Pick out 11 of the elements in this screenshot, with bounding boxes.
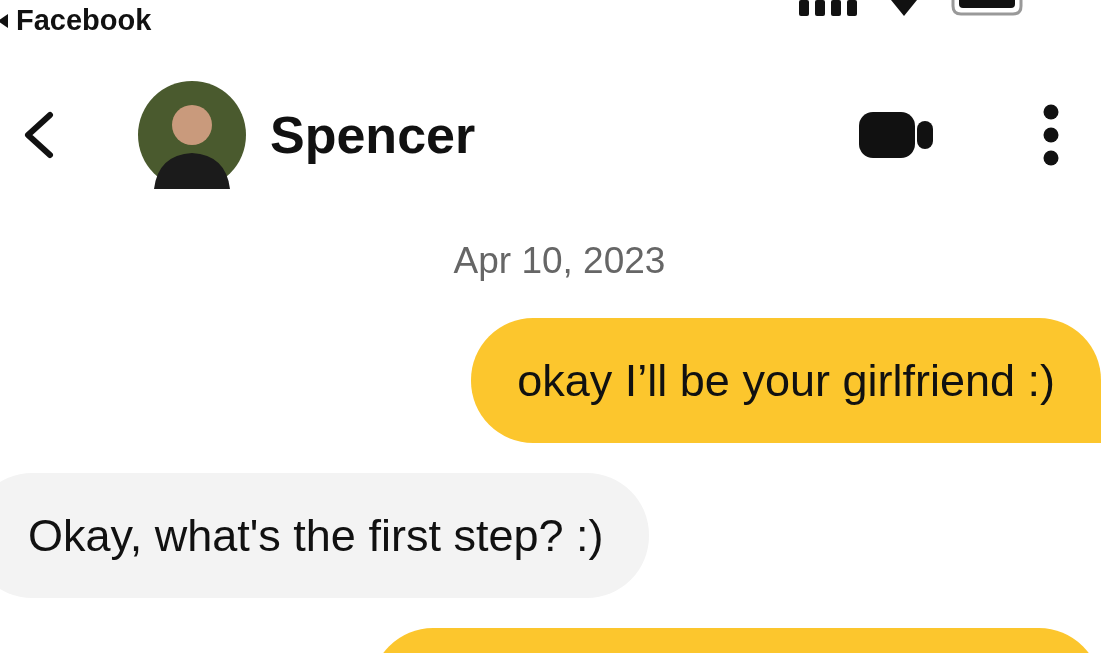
avatar[interactable]	[138, 81, 246, 189]
signal-icon	[799, 0, 857, 16]
date-separator: Apr 10, 2023	[452, 240, 667, 282]
back-triangle-icon	[0, 13, 8, 28]
back-app-link[interactable]: Facebook	[16, 4, 152, 37]
back-icon[interactable]	[22, 111, 54, 159]
contact-name: Spencer	[270, 105, 476, 165]
sent-message: okay I’ll be your girlfriend :)	[471, 318, 1101, 443]
video-call-icon[interactable]	[859, 110, 933, 160]
more-options-icon[interactable]	[1043, 104, 1059, 166]
received-message: Okay, what's the first step? :)	[0, 473, 650, 598]
